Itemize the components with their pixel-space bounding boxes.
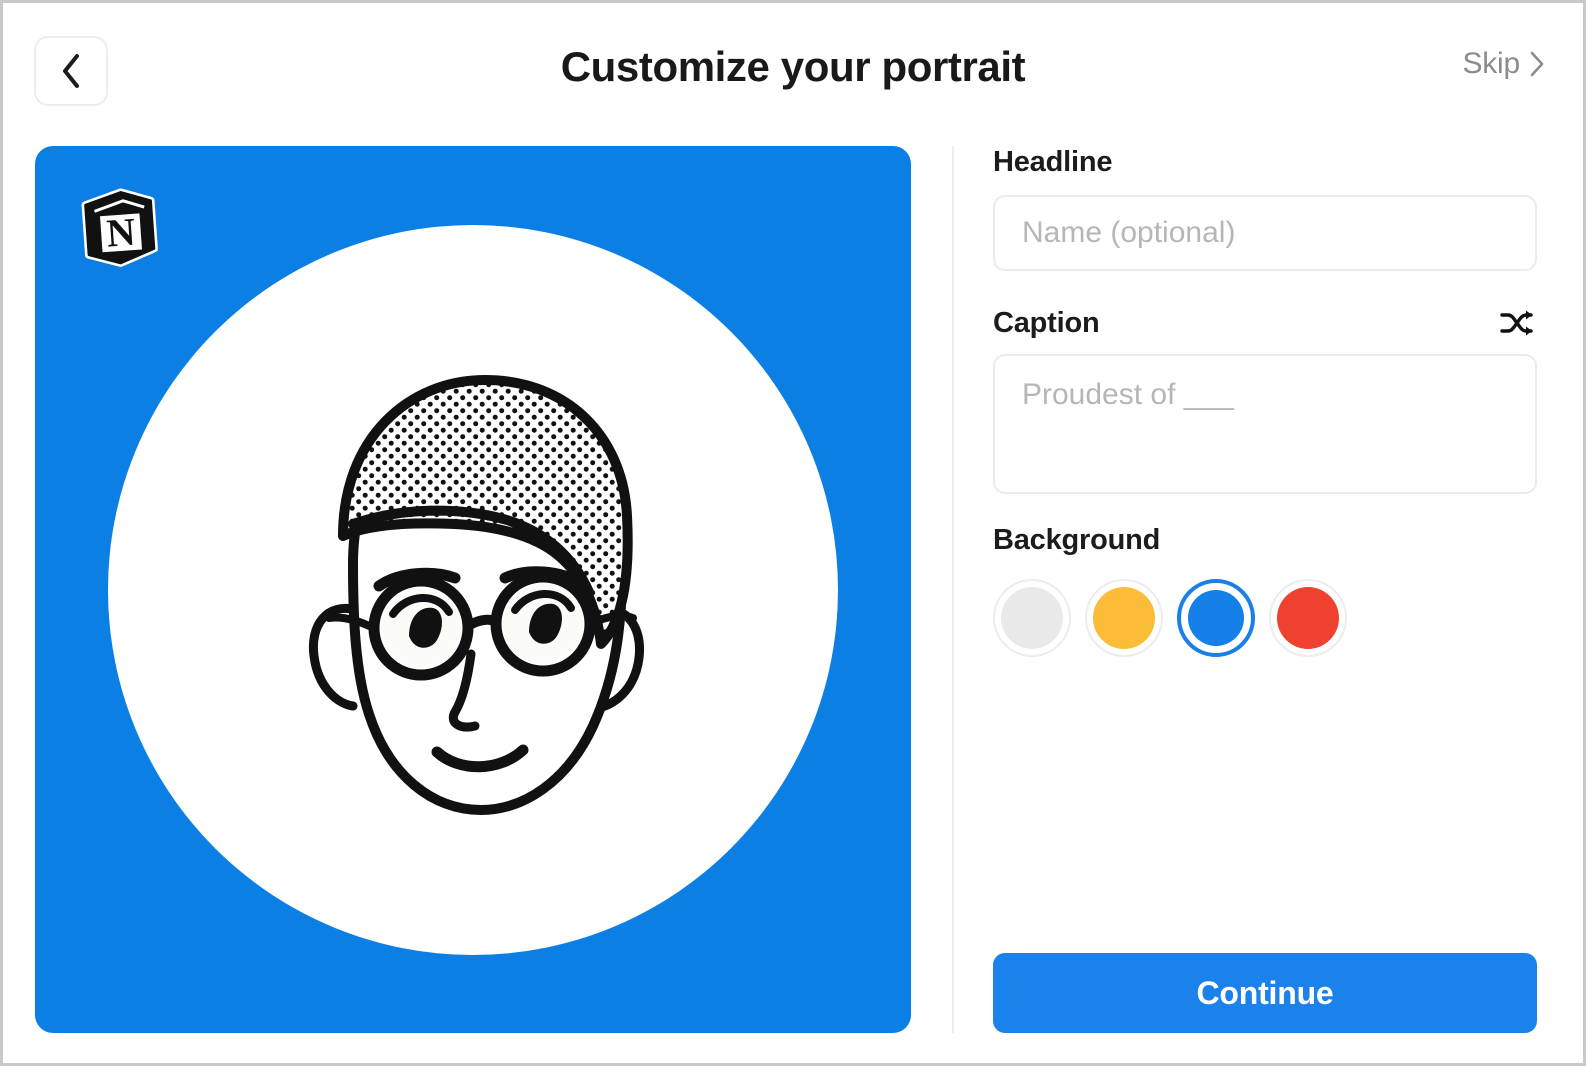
shuffle-icon[interactable]: [1497, 306, 1537, 340]
portrait-form-panel: Headline Caption Background: [993, 146, 1537, 1033]
svg-text:N: N: [105, 210, 137, 256]
chevron-right-icon: [1529, 51, 1545, 77]
portrait-preview-card: N: [35, 146, 911, 1033]
background-field-group: Background: [993, 524, 1347, 657]
portrait-illustration: [193, 310, 753, 870]
headline-field-group: Headline: [993, 146, 1537, 271]
skip-button[interactable]: Skip: [1462, 47, 1545, 81]
page-header: Customize your portrait Skip: [3, 3, 1583, 131]
headline-input[interactable]: [993, 195, 1537, 271]
swatch-color-dot: [1277, 587, 1339, 649]
page-title: Customize your portrait: [3, 3, 1583, 131]
customize-portrait-page: Customize your portrait Skip N: [0, 0, 1586, 1066]
background-swatch-row: [993, 579, 1347, 657]
skip-label: Skip: [1462, 47, 1520, 81]
swatch-color-dot: [1001, 587, 1063, 649]
caption-input[interactable]: [993, 354, 1537, 494]
background-swatch-blue[interactable]: [1177, 579, 1255, 657]
continue-button[interactable]: Continue: [993, 953, 1537, 1033]
caption-label: Caption: [993, 307, 1100, 340]
background-swatch-red[interactable]: [1269, 579, 1347, 657]
avatar-disc: [108, 225, 838, 955]
panel-divider: [952, 146, 954, 1033]
headline-label: Headline: [993, 146, 1537, 179]
background-label: Background: [993, 524, 1347, 557]
swatch-color-dot: [1093, 587, 1155, 649]
background-swatch-light-gray[interactable]: [993, 579, 1071, 657]
background-swatch-yellow[interactable]: [1085, 579, 1163, 657]
caption-field-group: Caption: [993, 306, 1537, 499]
swatch-color-dot: [1188, 590, 1244, 646]
notion-logo-icon: N: [72, 181, 164, 273]
